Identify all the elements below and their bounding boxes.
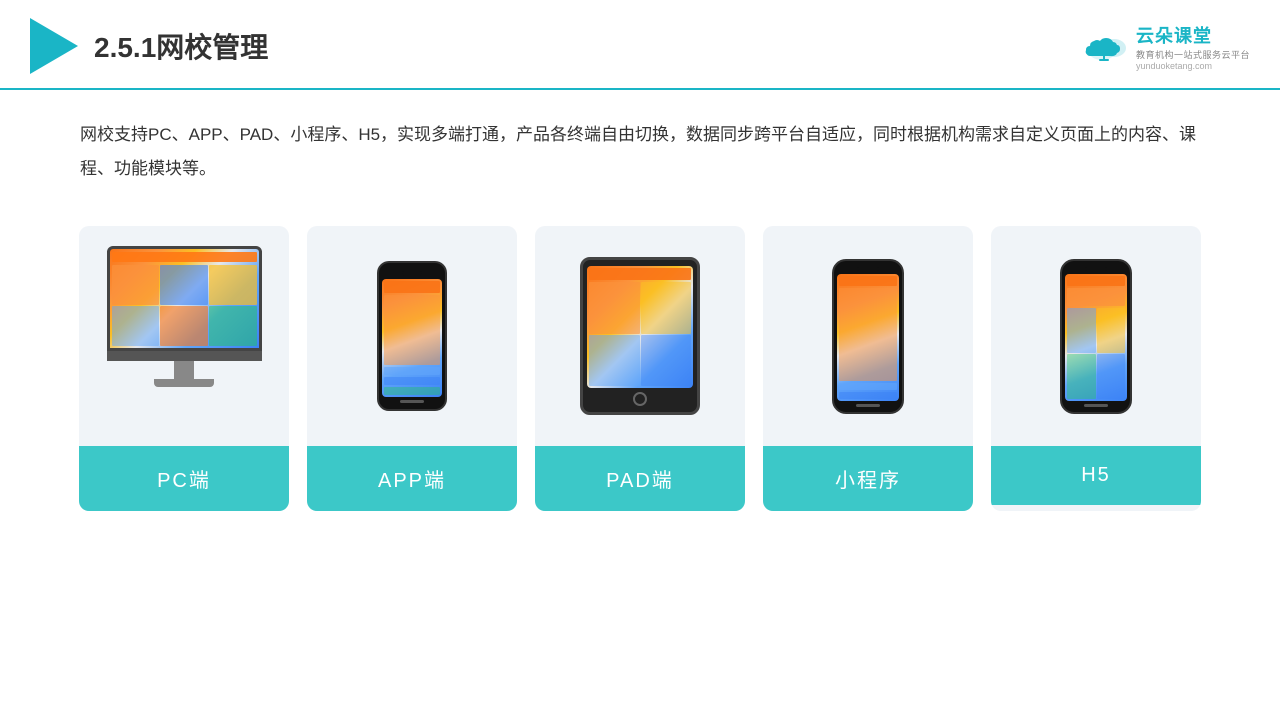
card-app-label: APP端 bbox=[307, 446, 517, 511]
card-app[interactable]: APP端 bbox=[307, 226, 517, 511]
brand-name: 云朵课堂 bbox=[1136, 22, 1212, 48]
card-h5-label: H5 bbox=[991, 446, 1201, 505]
header-right: 云朵课堂 教育机构一站式服务云平台 yunduoketang.com bbox=[1082, 22, 1250, 71]
card-miniprogram-image bbox=[763, 226, 973, 446]
page-title: 2.5.1网校管理 bbox=[94, 26, 268, 66]
phone-h5-icon bbox=[1060, 259, 1132, 414]
brand-sub: 教育机构一站式服务云平台 bbox=[1136, 48, 1250, 61]
card-h5-image bbox=[991, 226, 1201, 446]
card-pc-image bbox=[79, 226, 289, 446]
card-pad-image bbox=[535, 226, 745, 446]
phone-app-icon bbox=[377, 261, 447, 411]
pc-monitor-icon bbox=[104, 246, 264, 426]
card-pc[interactable]: PC端 bbox=[79, 226, 289, 511]
brand-text: 云朵课堂 教育机构一站式服务云平台 yunduoketang.com bbox=[1136, 22, 1250, 71]
cloud-icon bbox=[1082, 28, 1130, 64]
card-app-image bbox=[307, 226, 517, 446]
phone-miniprogram-icon bbox=[832, 259, 904, 414]
tablet-pad-icon bbox=[580, 257, 700, 415]
card-pad[interactable]: PAD端 bbox=[535, 226, 745, 511]
header: 2.5.1网校管理 云朵课堂 教育机构一站式服务云平台 yunduoketang… bbox=[0, 0, 1280, 90]
card-pc-label: PC端 bbox=[79, 446, 289, 511]
card-pad-label: PAD端 bbox=[535, 446, 745, 511]
card-miniprogram[interactable]: 小程序 bbox=[763, 226, 973, 511]
logo-triangle-icon bbox=[30, 18, 78, 74]
brand-url: yunduoketang.com bbox=[1136, 61, 1212, 71]
brand-logo: 云朵课堂 教育机构一站式服务云平台 yunduoketang.com bbox=[1082, 22, 1250, 71]
cards-container: PC端 APP端 bbox=[0, 196, 1280, 541]
header-left: 2.5.1网校管理 bbox=[30, 18, 268, 74]
card-h5[interactable]: H5 bbox=[991, 226, 1201, 511]
card-miniprogram-label: 小程序 bbox=[763, 446, 973, 511]
description-text: 网校支持PC、APP、PAD、小程序、H5，实现多端打通，产品各终端自由切换，数… bbox=[0, 90, 1280, 196]
